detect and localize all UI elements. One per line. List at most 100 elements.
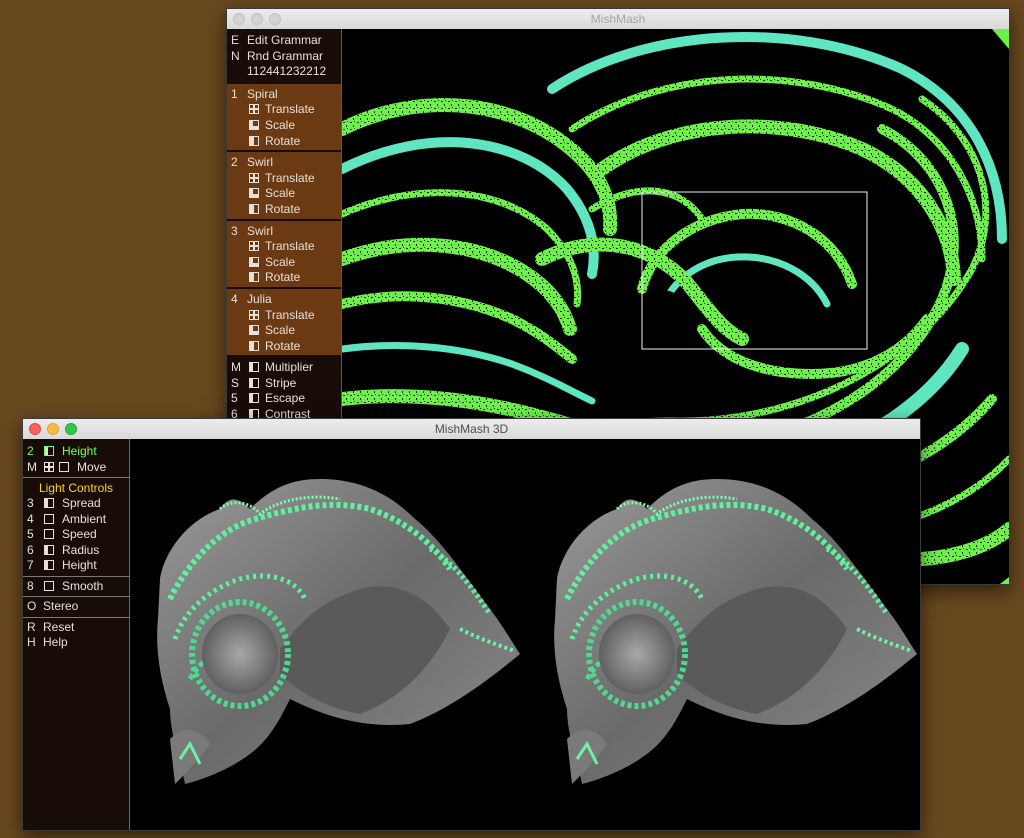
grammar-code-item[interactable]: 112441232212 [227, 64, 341, 80]
key-label: 2 [231, 155, 238, 170]
divider [23, 575, 129, 577]
item-label: Height [62, 444, 97, 458]
reset-item[interactable]: R Reset [23, 620, 129, 636]
item-label: Edit Grammar [247, 33, 322, 47]
transform-name: Julia [247, 291, 272, 306]
key-label: 4 [231, 291, 238, 306]
scale-item[interactable]: Scale [227, 118, 341, 134]
transforms-list: 1 Spiral Translate Scale Rotate 2 Swirl Transla… [227, 83, 341, 358]
scale-item[interactable]: Scale [227, 323, 341, 339]
key-label: H [27, 635, 36, 649]
key-label: 3 [231, 223, 238, 238]
item-label: Scale [265, 186, 296, 201]
item-label: Translate [265, 239, 315, 254]
light-item[interactable]: 6 Radius [23, 543, 129, 559]
key-label: 8 [27, 578, 34, 593]
translate-item[interactable]: Translate [227, 308, 341, 324]
transform-name: Swirl [247, 223, 273, 238]
param-item[interactable]: S Stripe [227, 376, 341, 392]
param-item[interactable]: M Multiplier [227, 360, 341, 376]
item-label: Stereo [43, 599, 79, 613]
item-label: Spread [62, 496, 101, 510]
divider [23, 616, 129, 618]
transform-name-item[interactable]: 3 Swirl [227, 224, 341, 240]
item-label: Rotate [265, 201, 301, 216]
translate-icon [249, 172, 259, 183]
key-label: M [27, 459, 37, 474]
scale-item[interactable]: Scale [227, 255, 341, 271]
stereo-item[interactable]: O Stereo [23, 599, 129, 615]
title-bar[interactable]: MishMash 3D [23, 419, 920, 440]
rotate-item[interactable]: Rotate [227, 270, 341, 286]
transform-name-item[interactable]: 2 Swirl [227, 155, 341, 171]
translate-item[interactable]: Translate [227, 239, 341, 255]
key-label: 5 [231, 391, 238, 406]
mishmash-3d-window: MishMash 3D 2 Height M Move Light Contro… [22, 418, 921, 831]
scale-item[interactable]: Scale [227, 186, 341, 202]
translate-icon [249, 309, 259, 320]
light-controls-header: Light Controls [38, 481, 114, 495]
3d-control-panel: 2 Height M Move Light Controls 3 Spread 4 A… [23, 439, 130, 830]
slider-icon [44, 513, 54, 524]
scale-icon [249, 325, 259, 336]
height-item[interactable]: 2 Height [23, 444, 129, 460]
fractal-band [568, 75, 986, 263]
title-bar[interactable]: MishMash [227, 9, 1009, 30]
edit-grammar-item[interactable]: E Edit Grammar [227, 33, 341, 49]
item-label: Scale [265, 254, 296, 269]
slider-icon [249, 393, 259, 404]
item-label: Rnd Grammar [247, 48, 324, 63]
transform-section: 2 Swirl Translate Scale Rotate [227, 152, 341, 221]
slider-icon [249, 362, 259, 373]
3d-render-canvas[interactable] [130, 439, 920, 830]
translate-item[interactable]: Translate [227, 102, 341, 118]
light-item[interactable]: 7 Height [23, 558, 129, 574]
transform-name: Swirl [247, 155, 273, 170]
scale-icon [249, 188, 259, 199]
icon-box [44, 580, 54, 591]
item-label: Move [77, 459, 107, 474]
item-label: Radius [62, 542, 100, 557]
rotate-item[interactable]: Rotate [227, 339, 341, 355]
window-title: MishMash [590, 12, 646, 26]
rotate-icon [249, 340, 259, 351]
transform-name-item[interactable]: 4 Julia [227, 292, 341, 308]
key-label: M [231, 360, 241, 375]
rotate-icon [249, 135, 259, 146]
render-right-eye [554, 479, 917, 784]
divider [23, 596, 129, 597]
move-item[interactable]: M Move [23, 460, 129, 476]
item-label: Help [43, 635, 68, 649]
grammar-code: 112441232212 [247, 64, 327, 79]
key-label: S [231, 375, 240, 390]
item-label: Reset [43, 619, 75, 634]
translate-icon [249, 104, 259, 115]
item-label: Translate [265, 170, 315, 185]
rnd-grammar-item[interactable]: N Rnd Grammar [227, 49, 341, 65]
stereo-render [130, 439, 920, 830]
param-item[interactable]: 5 Escape [227, 391, 341, 407]
light-item[interactable]: 5 Speed [23, 527, 129, 543]
translate-item[interactable]: Translate [227, 171, 341, 187]
rotate-item[interactable]: Rotate [227, 202, 341, 218]
transform-name-item[interactable]: 1 Spiral [227, 87, 341, 103]
scale-icon [249, 256, 259, 267]
key-label: 5 [27, 527, 34, 541]
key-label: 1 [231, 86, 238, 101]
key-label: O [27, 599, 37, 613]
key-label: 3 [27, 496, 34, 510]
item-label: Rotate [265, 338, 301, 353]
slider-icon [44, 498, 54, 508]
transform-section: 3 Swirl Translate Scale Rotate [227, 220, 341, 289]
item-label: Stripe [265, 375, 297, 390]
rotate-item[interactable]: Rotate [227, 134, 341, 150]
slider-icon [44, 544, 54, 555]
help-item[interactable]: H Help [23, 635, 129, 651]
smooth-item[interactable]: 8 Smooth [23, 579, 129, 595]
rotate-icon [249, 203, 259, 214]
light-item[interactable]: 4 Ambient [23, 512, 129, 528]
light-item[interactable]: 3 Spread [23, 496, 129, 512]
divider [23, 477, 129, 478]
translate-icon [249, 241, 259, 252]
slider-icon [44, 560, 54, 570]
